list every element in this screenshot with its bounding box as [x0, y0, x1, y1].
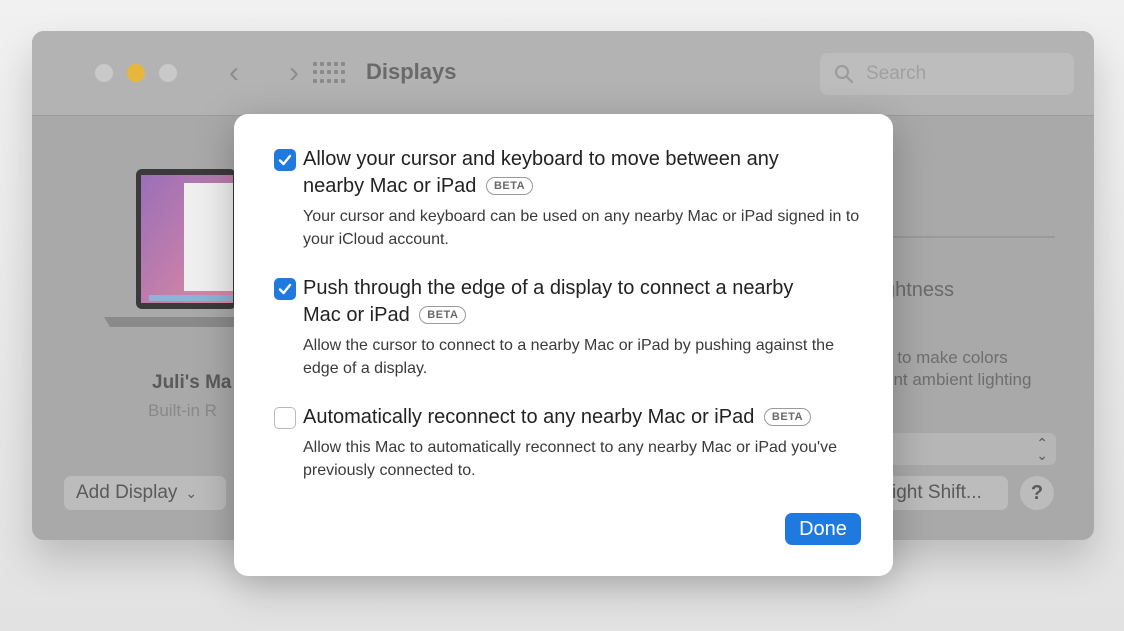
option-description: Allow this Mac to automatically reconnec… — [303, 439, 837, 479]
chevron-down-icon: ⌄ — [185, 485, 198, 501]
add-display-button[interactable]: Add Display ⌄ — [64, 476, 226, 510]
search-field[interactable]: Search — [820, 53, 1074, 95]
auto-reconnect-checkbox[interactable] — [274, 407, 296, 429]
search-placeholder: Search — [866, 63, 927, 84]
minimize-window-button[interactable] — [127, 64, 145, 82]
option-title: Allow your cursor and keyboard to move b… — [303, 146, 863, 200]
beta-badge: BETA — [419, 306, 467, 324]
titlebar: ‹ › Displays Search — [32, 31, 1094, 116]
option-title-line1: Push through the edge of a display to co… — [303, 277, 794, 299]
help-button[interactable]: ? — [1020, 476, 1054, 510]
close-window-button[interactable] — [95, 64, 113, 82]
back-chevron-icon[interactable]: ‹ — [220, 57, 248, 89]
brightness-label: ghtness — [884, 279, 955, 301]
zoom-window-button[interactable] — [159, 64, 177, 82]
night-shift-button[interactable]: ight Shift... — [884, 476, 1008, 510]
universal-control-sheet: Allow your cursor and keyboard to move b… — [234, 114, 893, 576]
true-tone-description-line1: y to make colors — [884, 348, 1008, 367]
window-title: Displays — [366, 59, 457, 84]
preset-popup[interactable]: ⌃ ⌄ — [884, 433, 1056, 465]
updown-chevron-icon: ⌃ ⌄ — [1036, 435, 1048, 463]
option-title: Push through the edge of a display to co… — [303, 275, 863, 329]
option-title-line2: nearby Mac or iPad — [303, 175, 477, 197]
add-display-label: Add Display — [76, 482, 178, 503]
macbook-display-icon[interactable] — [104, 169, 244, 345]
show-all-grid-icon[interactable] — [313, 62, 345, 84]
forward-chevron-icon[interactable]: › — [280, 57, 308, 89]
checkmark-icon — [278, 283, 292, 295]
display-subtitle: Built-in R — [148, 401, 217, 420]
true-tone-description-line2: ent ambient lighting — [884, 370, 1032, 389]
checkmark-icon — [278, 154, 292, 166]
push-through-edge-checkbox[interactable] — [274, 278, 296, 300]
true-tone-description: y to make colors ent ambient lighting — [884, 347, 1031, 391]
beta-badge: BETA — [763, 408, 812, 426]
cursor-keyboard-checkbox[interactable] — [274, 149, 296, 171]
option-description: Allow the cursor to connect to a nearby … — [303, 337, 834, 377]
option-title-line2: Mac or iPad — [303, 304, 410, 326]
display-name: Juli's Ma — [152, 372, 232, 393]
done-button[interactable]: Done — [785, 513, 861, 545]
option-title-line1: Allow your cursor and keyboard to move b… — [303, 148, 779, 170]
search-icon — [835, 65, 854, 84]
option-description: Your cursor and keyboard can be used on … — [303, 208, 860, 248]
beta-badge: BETA — [485, 177, 534, 195]
option-title: Automatically reconnect to any nearby Ma… — [303, 404, 863, 431]
option-title-line1: Automatically reconnect to any nearby Ma… — [303, 406, 755, 428]
brightness-slider-track[interactable] — [892, 236, 1055, 238]
